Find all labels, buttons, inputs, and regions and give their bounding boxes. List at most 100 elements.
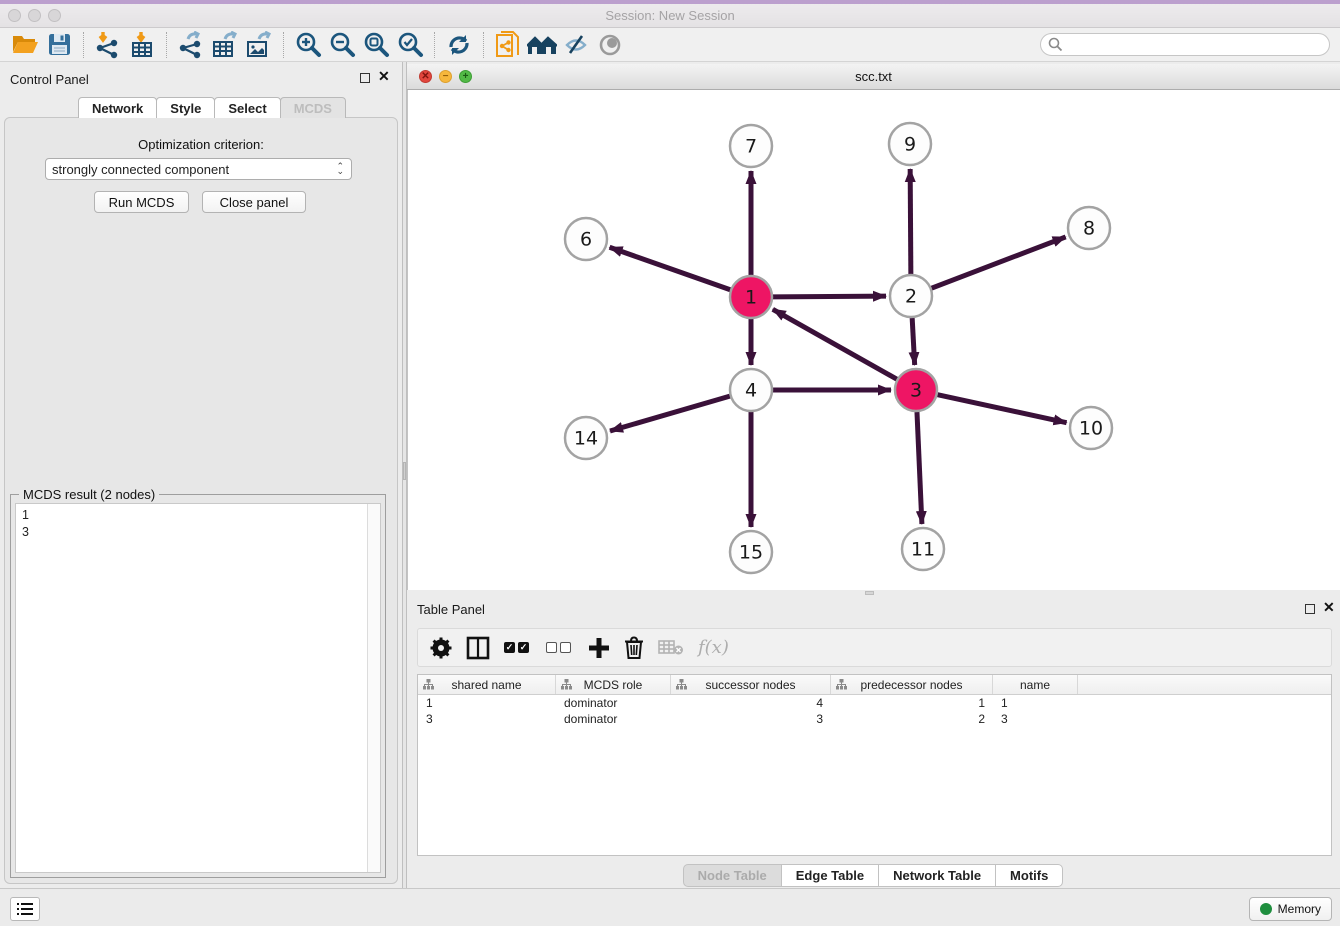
column-header-shared-name[interactable]: shared name: [418, 675, 556, 694]
edge-1-2[interactable]: [773, 296, 886, 297]
close-table-panel-icon[interactable]: ✕: [1323, 602, 1335, 612]
tab-edge-table[interactable]: Edge Table: [781, 864, 879, 887]
memory-button[interactable]: Memory: [1249, 897, 1332, 921]
tab-select[interactable]: Select: [214, 97, 280, 118]
open-session-icon[interactable]: [8, 31, 42, 59]
search-input[interactable]: [1040, 33, 1330, 56]
import-table-icon[interactable]: [125, 31, 159, 59]
status-bar: Memory: [0, 888, 1340, 926]
cell[interactable]: 1: [831, 696, 993, 710]
zoom-out-icon[interactable]: [325, 31, 359, 59]
table-panel-header: Table Panel ✕: [407, 596, 1340, 626]
table-toolbar: ✓✓ f(x): [417, 628, 1332, 667]
hide-panels-icon[interactable]: [559, 31, 593, 59]
tab-node-table[interactable]: Node Table: [683, 864, 782, 887]
node-label-3: 3: [910, 380, 922, 402]
window-title: Session: New Session: [0, 8, 1340, 23]
edge-4-14[interactable]: [610, 396, 730, 431]
result-scrollbar[interactable]: [367, 504, 380, 872]
toolbar-separator: [283, 32, 284, 58]
network-window-titlebar[interactable]: ✕ − + scc.txt: [407, 64, 1340, 90]
zoom-selected-icon[interactable]: [393, 31, 427, 59]
mcds-result-lines: 1 3: [22, 508, 29, 539]
mcds-result-text[interactable]: 1 3: [15, 503, 381, 873]
run-mcds-button[interactable]: Run MCDS: [94, 191, 189, 213]
toolbar-separator: [83, 32, 84, 58]
search-field[interactable]: [1063, 38, 1329, 52]
edge-3-11[interactable]: [917, 412, 922, 524]
network-graph[interactable]: 7968124314101511: [408, 90, 1340, 590]
cell[interactable]: 3: [671, 712, 831, 726]
import-network-icon[interactable]: [91, 31, 125, 59]
memory-label: Memory: [1278, 902, 1321, 916]
toolbar-separator: [166, 32, 167, 58]
edge-2-9[interactable]: [910, 169, 911, 274]
tab-mcds[interactable]: MCDS: [280, 97, 346, 118]
delete-table-icon-disabled: [658, 633, 684, 663]
node-label-11: 11: [911, 539, 935, 561]
network-from-file-icon[interactable]: [491, 31, 525, 59]
cell[interactable]: 1: [418, 696, 556, 710]
table-row[interactable]: 1dominator411: [418, 695, 1331, 711]
close-panel-icon[interactable]: ✕: [378, 71, 390, 81]
cell[interactable]: 4: [671, 696, 831, 710]
table-panel-title: Table Panel: [417, 602, 485, 617]
edge-3-10[interactable]: [937, 395, 1066, 423]
zoom-fit-icon[interactable]: [359, 31, 393, 59]
node-label-8: 8: [1083, 218, 1095, 240]
column-header-predecessor-nodes[interactable]: predecessor nodes: [831, 675, 993, 694]
column-header-MCDS-role[interactable]: MCDS role: [556, 675, 671, 694]
edge-2-3[interactable]: [912, 318, 915, 365]
save-session-icon[interactable]: [42, 31, 76, 59]
node-label-14: 14: [574, 428, 598, 450]
delete-column-icon[interactable]: [624, 633, 644, 663]
tab-motifs[interactable]: Motifs: [995, 864, 1063, 887]
node-label-15: 15: [739, 542, 763, 564]
column-header-name[interactable]: name: [993, 675, 1078, 694]
table-settings-icon[interactable]: [430, 633, 452, 663]
edge-1-6[interactable]: [610, 247, 731, 289]
criterion-value: strongly connected component: [52, 162, 229, 177]
table-header-row[interactable]: shared nameMCDS rolesuccessor nodesprede…: [418, 675, 1331, 695]
tab-network[interactable]: Network: [78, 97, 157, 118]
edge-3-1[interactable]: [773, 309, 897, 379]
show-panels-icon[interactable]: [593, 31, 627, 59]
table-body[interactable]: 1dominator4113dominator323: [418, 695, 1331, 727]
optimization-criterion-label: Optimization criterion:: [0, 137, 402, 152]
cell[interactable]: 3: [418, 712, 556, 726]
tab-style[interactable]: Style: [156, 97, 215, 118]
cell[interactable]: 1: [993, 696, 1078, 710]
cell[interactable]: 2: [831, 712, 993, 726]
search-icon: [1048, 37, 1063, 52]
float-table-panel-icon[interactable]: [1305, 602, 1315, 617]
table-row[interactable]: 3dominator323: [418, 711, 1331, 727]
node-table[interactable]: shared nameMCDS rolesuccessor nodesprede…: [417, 674, 1332, 856]
float-panel-icon[interactable]: [360, 71, 370, 86]
apply-layout-icon[interactable]: [442, 31, 476, 59]
splitter-grip[interactable]: [403, 462, 406, 480]
close-panel-button[interactable]: Close panel: [202, 191, 306, 213]
network-canvas[interactable]: 7968124314101511: [407, 90, 1340, 590]
edge-2-8[interactable]: [932, 237, 1066, 288]
export-image-icon[interactable]: [242, 31, 276, 59]
zoom-in-icon[interactable]: [291, 31, 325, 59]
splitter-grip[interactable]: [865, 591, 874, 595]
cell[interactable]: 3: [993, 712, 1078, 726]
deselect-all-icon[interactable]: [546, 633, 574, 663]
task-history-button[interactable]: [10, 897, 40, 921]
tab-network-table[interactable]: Network Table: [878, 864, 996, 887]
cell[interactable]: dominator: [556, 712, 671, 726]
node-label-9: 9: [904, 134, 916, 156]
export-network-icon[interactable]: [174, 31, 208, 59]
select-all-icon[interactable]: ✓✓: [504, 633, 532, 663]
node-label-7: 7: [745, 136, 757, 158]
control-panel-title: Control Panel: [10, 72, 89, 87]
session-home-icon[interactable]: [525, 31, 559, 59]
criterion-select[interactable]: strongly connected component ⌃⌄: [45, 158, 352, 180]
export-table-icon[interactable]: [208, 31, 242, 59]
mcds-result-title: MCDS result (2 nodes): [19, 487, 159, 502]
column-header-successor-nodes[interactable]: successor nodes: [671, 675, 831, 694]
show-columns-icon[interactable]: [466, 633, 490, 663]
add-column-icon[interactable]: [588, 633, 610, 663]
cell[interactable]: dominator: [556, 696, 671, 710]
